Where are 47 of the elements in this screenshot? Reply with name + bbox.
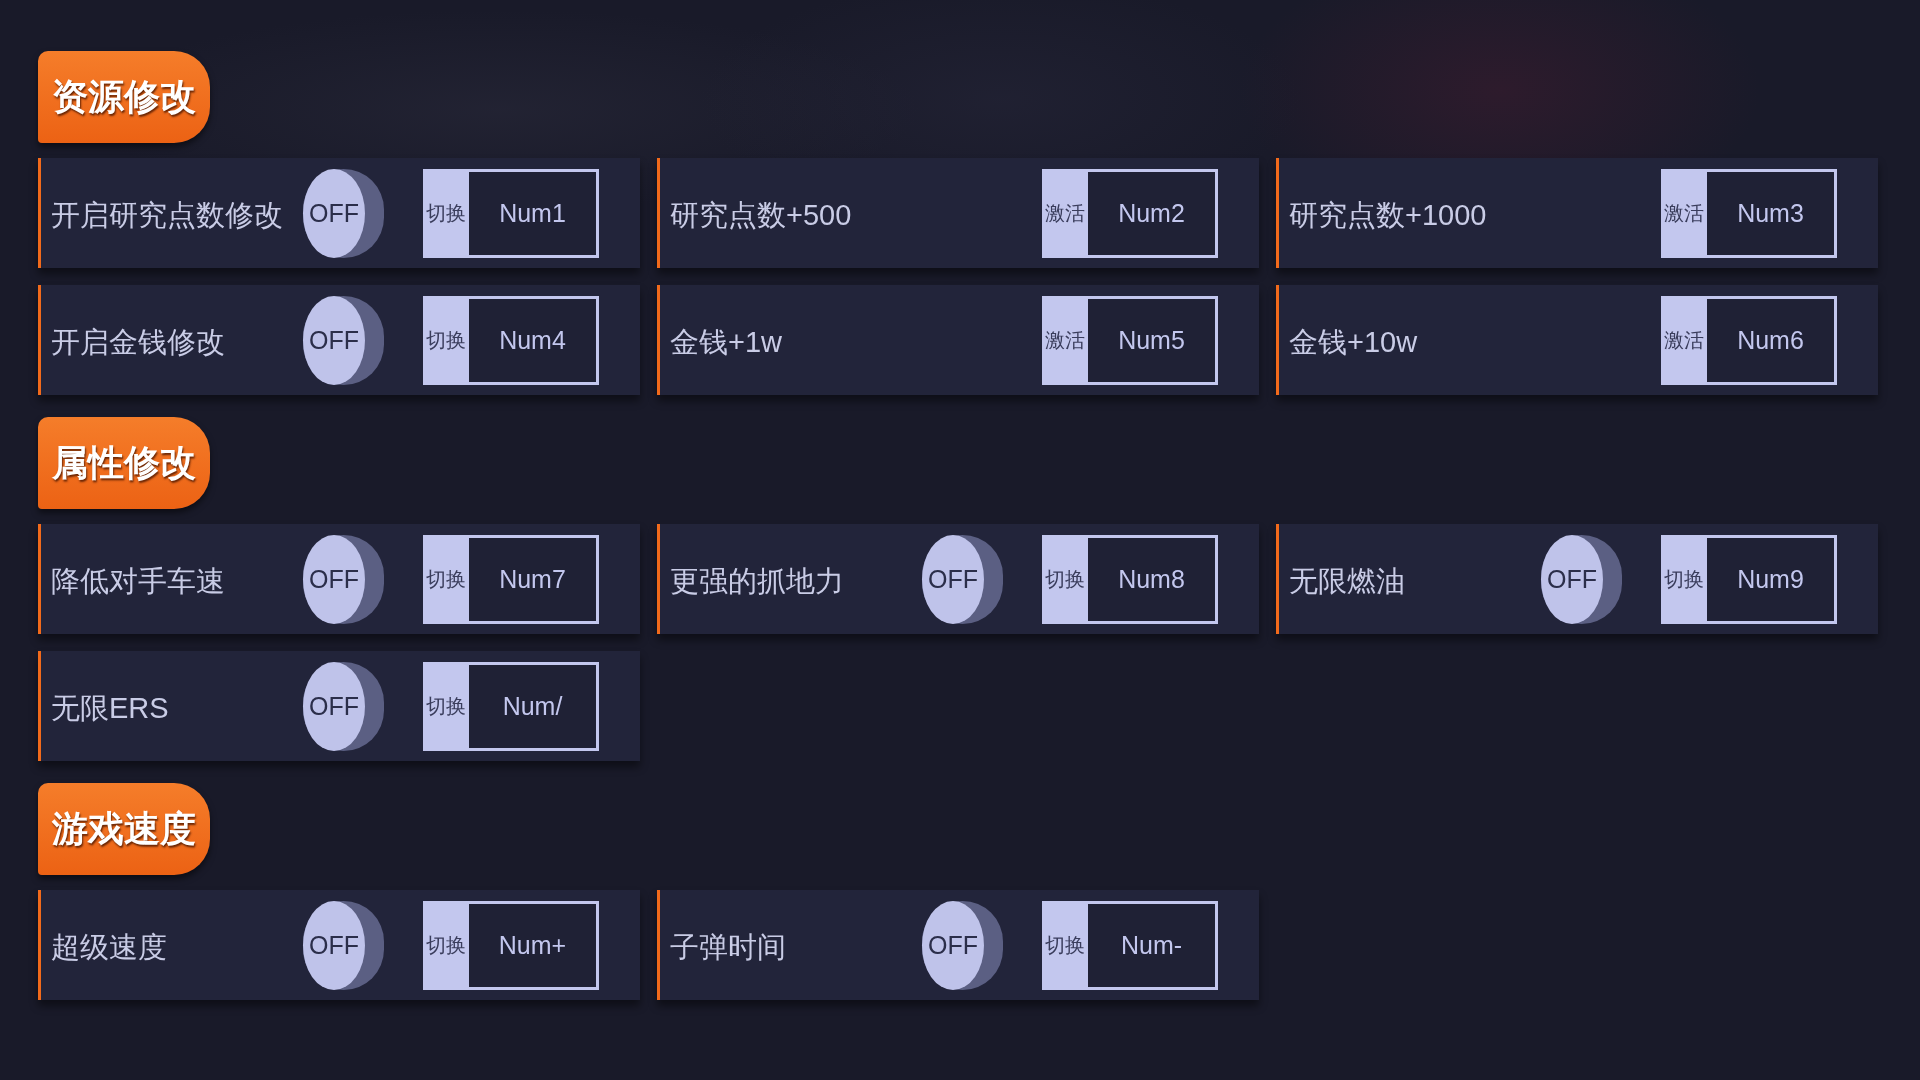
action-tag: 切换 — [423, 900, 469, 990]
action-tag: 切换 — [1042, 534, 1088, 624]
option-label: 无限燃油 — [1289, 564, 1406, 599]
hotkey-field[interactable]: Num+ — [469, 900, 599, 990]
toggle-switch[interactable]: OFF — [303, 661, 384, 751]
hotkey-field[interactable]: Num4 — [469, 295, 599, 385]
option-label: 金钱+10w — [1289, 325, 1419, 360]
option-label: 降低对手车速 — [51, 564, 226, 599]
section-title: 游戏速度 — [38, 783, 210, 875]
action-tag: 激活 — [1661, 295, 1707, 385]
action-tag: 激活 — [1661, 168, 1707, 258]
option-label: 开启研究点数修改 — [51, 198, 284, 233]
section-title: 资源修改 — [38, 51, 210, 143]
action-tag: 激活 — [1042, 295, 1088, 385]
action-tag: 切换 — [423, 168, 469, 258]
toggle-switch[interactable]: OFF — [303, 900, 384, 990]
action-tag: 切换 — [423, 295, 469, 385]
option-label: 子弹时间 — [670, 930, 787, 965]
action-tag: 激活 — [1042, 168, 1088, 258]
hotkey-field[interactable]: Num5 — [1088, 295, 1218, 385]
toggle-switch[interactable]: OFF — [922, 900, 1003, 990]
action-tag: 切换 — [1042, 900, 1088, 990]
hotkey-field[interactable]: Num1 — [469, 168, 599, 258]
hotkey-field[interactable]: Num9 — [1707, 534, 1837, 624]
toggle-switch[interactable]: OFF — [303, 168, 384, 258]
hotkey-field[interactable]: Num6 — [1707, 295, 1837, 385]
hotkey-field[interactable]: Num7 — [469, 534, 599, 624]
toggle-switch[interactable]: OFF — [1541, 534, 1622, 624]
option-label: 无限ERS — [51, 691, 170, 726]
option-label: 研究点数+500 — [670, 198, 853, 233]
hotkey-field[interactable]: Num3 — [1707, 168, 1837, 258]
toggle-switch[interactable]: OFF — [303, 295, 384, 385]
hotkey-field[interactable]: Num2 — [1088, 168, 1218, 258]
option-label: 研究点数+1000 — [1289, 198, 1488, 233]
action-tag: 切换 — [1661, 534, 1707, 624]
toggle-switch[interactable]: OFF — [303, 534, 384, 624]
hotkey-field[interactable]: Num/ — [469, 661, 599, 751]
option-label: 超级速度 — [51, 930, 168, 965]
action-tag: 切换 — [423, 661, 469, 751]
option-label: 开启金钱修改 — [51, 325, 226, 360]
section-title: 属性修改 — [38, 417, 210, 509]
hotkey-field[interactable]: Num8 — [1088, 534, 1218, 624]
toggle-switch[interactable]: OFF — [922, 534, 1003, 624]
action-tag: 切换 — [423, 534, 469, 624]
option-label: 金钱+1w — [670, 325, 783, 360]
hotkey-field[interactable]: Num- — [1088, 900, 1218, 990]
option-label: 更强的抓地力 — [670, 564, 845, 599]
